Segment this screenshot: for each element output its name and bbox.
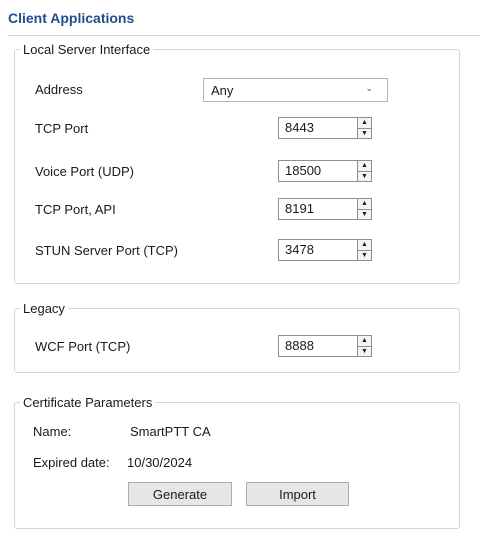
stun-port-label: STUN Server Port (TCP) bbox=[35, 243, 179, 258]
wcf-port-value[interactable]: 8888 bbox=[279, 336, 357, 356]
legacy-group: Legacy bbox=[14, 301, 460, 373]
cert-name-value: SmartPTT CA bbox=[130, 424, 211, 439]
address-label: Address bbox=[35, 82, 83, 97]
tcp-port-api-stepper[interactable]: 8191 ▲ ▼ bbox=[278, 198, 372, 220]
address-value: Any bbox=[211, 82, 234, 98]
voice-port-value[interactable]: 18500 bbox=[279, 161, 357, 181]
stun-port-stepper[interactable]: 3478 ▲ ▼ bbox=[278, 239, 372, 261]
arrow-down-icon[interactable]: ▼ bbox=[358, 209, 371, 219]
arrow-down-icon[interactable]: ▼ bbox=[358, 250, 371, 260]
tcp-port-api-label: TCP Port, API bbox=[35, 202, 116, 217]
chevron-down-icon: ⌄ bbox=[365, 83, 373, 93]
arrow-up-icon[interactable]: ▲ bbox=[358, 199, 371, 210]
tcp-port-label: TCP Port bbox=[35, 121, 89, 136]
arrow-up-icon[interactable]: ▲ bbox=[358, 118, 371, 129]
wcf-port-label: WCF Port (TCP) bbox=[35, 339, 131, 354]
cert-expired-value: 10/30/2024 bbox=[127, 455, 193, 470]
arrow-up-icon[interactable]: ▲ bbox=[358, 240, 371, 251]
tcp-port-value[interactable]: 8443 bbox=[279, 118, 357, 138]
page-title: Client Applications bbox=[8, 10, 135, 26]
local-server-legend: Local Server Interface bbox=[23, 42, 151, 57]
stun-port-value[interactable]: 3478 bbox=[279, 240, 357, 260]
import-button[interactable]: Import bbox=[246, 482, 349, 506]
arrow-up-icon[interactable]: ▲ bbox=[358, 161, 371, 172]
arrow-down-icon[interactable]: ▼ bbox=[358, 128, 371, 138]
generate-button[interactable]: Generate bbox=[128, 482, 232, 506]
legacy-legend: Legacy bbox=[23, 301, 65, 316]
title-divider bbox=[8, 35, 480, 36]
cert-name-label: Name: bbox=[33, 424, 72, 439]
voice-port-label: Voice Port (UDP) bbox=[35, 164, 134, 179]
wcf-port-stepper[interactable]: 8888 ▲ ▼ bbox=[278, 335, 372, 357]
certificate-legend: Certificate Parameters bbox=[23, 395, 153, 410]
cert-expired-label: Expired date: bbox=[33, 455, 110, 470]
tcp-port-api-value[interactable]: 8191 bbox=[279, 199, 357, 219]
address-select[interactable]: Any ⌄ bbox=[203, 78, 388, 102]
arrow-up-icon[interactable]: ▲ bbox=[358, 336, 371, 347]
arrow-down-icon[interactable]: ▼ bbox=[358, 171, 371, 181]
tcp-port-stepper[interactable]: 8443 ▲ ▼ bbox=[278, 117, 372, 139]
arrow-down-icon[interactable]: ▼ bbox=[358, 346, 371, 356]
voice-port-stepper[interactable]: 18500 ▲ ▼ bbox=[278, 160, 372, 182]
